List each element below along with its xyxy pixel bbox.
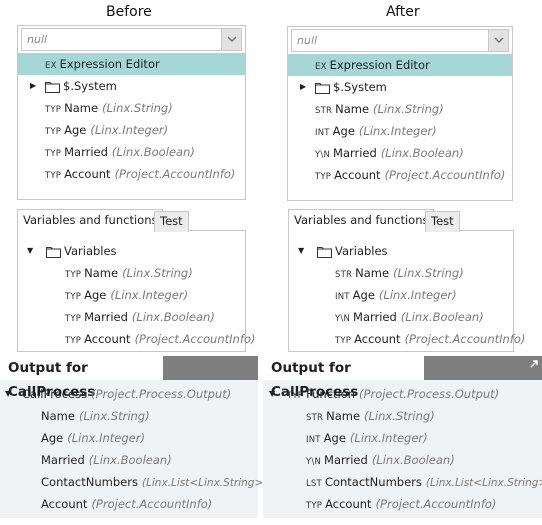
output-item[interactable]: INT Age (Linx.Integer) [263,427,542,449]
expression-editor-item[interactable]: EX Expression Editor [18,53,245,75]
folder-icon [317,246,332,258]
variable-item[interactable]: TYP Married (Linx.Boolean) [18,306,245,328]
variables-label: Variables [64,244,117,258]
output-title: Output for CallProcess [0,356,163,400]
variable-item[interactable]: TYP Age (Linx.Integer) [18,284,245,306]
expression-editor-label: Expression Editor [329,58,430,72]
output-item[interactable]: Account (Project.AccountInfo) [0,493,258,515]
output-tree: ▼ CallProcess (Project.Process.Output) Na… [0,380,267,518]
output-item[interactable]: LST ContactNumbers (Linx.List<Linx.String>… [263,471,542,493]
system-label: $.System [333,80,387,94]
list-item[interactable]: Y\N Married (Linx.Boolean) [288,142,512,164]
combo-dropdown-button[interactable] [488,30,508,51]
chevron-down-icon [227,36,237,43]
variable-item[interactable]: TYP Name (Linx.String) [18,262,245,284]
combo-value: null [297,34,318,47]
before-output-panel: Output for CallProcess ▼ CallProcess (Pro… [0,356,267,518]
variable-item[interactable]: STR Name (Linx.String) [289,262,513,284]
list-item[interactable]: INT Age (Linx.Integer) [288,120,512,142]
output-item[interactable]: Name (Linx.String) [0,405,258,427]
list-item[interactable]: STR Name (Linx.String) [288,98,512,120]
output-root-node[interactable]: ▼ TYP Function (Project.Process.Output) [263,383,542,405]
variable-item[interactable]: TYP Account (Project.AccountInfo) [289,328,525,350]
list-item[interactable]: TYP Account (Project.AccountInfo) [288,164,512,186]
tab-variables-and-functions[interactable]: Variables and functions [288,209,435,232]
after-output-panel: Output for CallProcess ▼ TYP Function (Pro… [263,356,542,518]
list-item[interactable]: TYP Name (Linx.String) [18,97,245,119]
collapse-arrow-icon[interactable]: ▼ [27,240,33,262]
system-item[interactable]: ▶ $.System [18,75,245,97]
output-header: Output for CallProcess [263,356,542,400]
list-item[interactable]: TYP Married (Linx.Boolean) [18,141,245,163]
output-item[interactable]: Age (Linx.Integer) [0,427,258,449]
list-item[interactable]: TYP Age (Linx.Integer) [18,119,245,141]
before-variables-panel: Variables and functions Test ▼ Variables… [17,209,255,353]
after-expression-dropdown: null EX Expression Editor ▶ $.System STR N… [287,26,513,201]
variables-tree: ▼ Variables STR Name (Linx.String) INT Age(… [288,231,525,352]
expand-arrow-icon[interactable]: ▶ [30,75,36,97]
expression-prefix: EX [45,61,57,71]
output-item[interactable]: TYP Account (Project.AccountInfo) [263,493,542,515]
after-value-combo[interactable]: null [291,29,509,52]
collapse-arrow-icon[interactable]: ▼ [298,240,304,262]
expression-editor-label: Expression Editor [59,57,160,71]
output-title: Output for CallProcess [263,356,424,400]
after-variables-panel: Variables and functions Test ▼ Variables… [288,209,525,353]
output-tree: ▼ TYP Function (Project.Process.Output) ST… [263,380,542,518]
folder-icon [46,246,61,258]
variables-label: Variables [335,244,388,258]
expression-editor-item[interactable]: EX Expression Editor [288,54,512,76]
tab-test[interactable]: Test [154,211,189,232]
before-expression-dropdown: null EX Expression Editor ▶ $.System TYP N… [17,25,246,200]
output-item[interactable]: Married (Linx.Boolean) [0,449,258,471]
variables-node[interactable]: ▼ Variables [289,240,513,262]
variables-tree: ▼ Variables TYP Name (Linx.String) TYP Age(… [17,231,255,352]
variable-item[interactable]: INT Age (Linx.Integer) [289,284,513,306]
output-item[interactable]: ContactNumbers (Linx.List<Linx.String>) [0,471,267,493]
folder-icon [315,82,330,94]
combo-value: null [27,33,48,46]
tab-variables-and-functions[interactable]: Variables and functions [17,209,164,232]
output-item[interactable]: STR Name (Linx.String) [263,405,542,427]
output-root-node[interactable]: ▼ CallProcess (Project.Process.Output) [0,383,258,405]
folder-icon [45,81,60,93]
chevron-down-icon [494,37,504,44]
after-heading: After [386,4,420,20]
resize-icon[interactable] [529,359,539,369]
variable-item[interactable]: Y\N Married (Linx.Boolean) [289,306,513,328]
output-item[interactable]: Y\N Married (Linx.Boolean) [263,449,542,471]
collapse-arrow-icon[interactable]: ▼ [5,383,11,405]
expression-prefix: EX [315,62,327,72]
before-value-combo[interactable]: null [21,28,242,51]
collapse-arrow-icon[interactable]: ▼ [269,383,275,405]
system-item[interactable]: ▶ $.System [288,76,512,98]
list-item[interactable]: TYP Account (Project.AccountInfo) [18,163,245,185]
tab-test[interactable]: Test [425,211,460,232]
variables-node[interactable]: ▼ Variables [18,240,245,262]
variable-item[interactable]: TYP Account (Project.AccountInfo) [18,328,255,350]
before-heading: Before [106,4,152,20]
combo-dropdown-button[interactable] [221,29,241,50]
output-header: Output for CallProcess [0,356,258,400]
system-label: $.System [63,79,117,93]
tab-bar: Variables and functions Test [288,209,514,232]
tab-bar: Variables and functions Test [17,209,246,232]
expand-arrow-icon[interactable]: ▶ [300,76,306,98]
